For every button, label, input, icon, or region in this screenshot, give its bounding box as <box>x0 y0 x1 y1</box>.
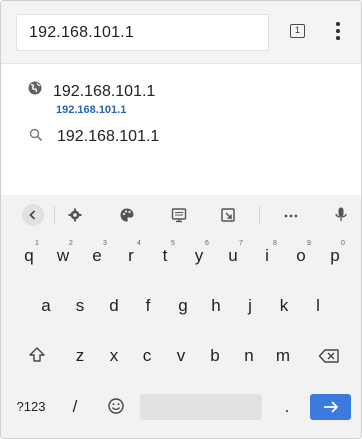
key-y[interactable]: y <box>187 246 211 266</box>
key-s[interactable]: s <box>68 296 92 316</box>
key-z[interactable]: z <box>68 346 92 366</box>
key-b[interactable]: b <box>203 346 227 366</box>
key-f[interactable]: f <box>136 296 160 316</box>
key-e[interactable]: e <box>85 246 109 266</box>
key-x[interactable]: x <box>102 346 126 366</box>
shift-icon[interactable] <box>28 346 46 364</box>
go-key[interactable] <box>310 394 351 420</box>
key-t[interactable]: t <box>153 246 177 266</box>
screenshot-icon[interactable] <box>220 204 236 226</box>
key-hint: 6 <box>205 240 209 247</box>
menu-button[interactable] <box>330 21 346 41</box>
arrow-right-icon <box>324 401 339 413</box>
key-n[interactable]: n <box>237 346 261 366</box>
key-hint: 9 <box>307 240 311 247</box>
slash-key[interactable]: / <box>65 397 85 417</box>
key-j[interactable]: j <box>238 296 262 316</box>
key-u[interactable]: u <box>221 246 245 266</box>
suggestion-title[interactable]: 192.168.101.1 <box>53 83 155 101</box>
suggestion-url[interactable]: 192.168.101.1 <box>56 104 126 116</box>
key-c[interactable]: c <box>135 346 159 366</box>
globe-icon <box>28 81 42 95</box>
key-v[interactable]: v <box>169 346 193 366</box>
settings-icon[interactable] <box>67 204 83 226</box>
key-o[interactable]: o <box>289 246 313 266</box>
key-i[interactable]: i <box>255 246 279 266</box>
key-hint: 3 <box>103 240 107 247</box>
tab-switcher-button[interactable]: 1 <box>290 24 305 38</box>
palette-icon[interactable] <box>119 204 135 226</box>
key-k[interactable]: k <box>272 296 296 316</box>
key-m[interactable]: m <box>271 346 295 366</box>
space-key[interactable] <box>140 394 262 420</box>
key-hint: 7 <box>239 240 243 247</box>
back-icon[interactable] <box>22 204 44 226</box>
address-bar[interactable]: 192.168.101.1 <box>16 14 269 51</box>
key-g[interactable]: g <box>171 296 195 316</box>
key-r[interactable]: r <box>119 246 143 266</box>
toolbar-divider <box>54 206 55 224</box>
symbols-key[interactable]: ?123 <box>13 399 49 414</box>
toolbar-divider <box>259 206 260 224</box>
mic-icon[interactable] <box>334 204 348 226</box>
emoji-icon[interactable] <box>107 397 125 415</box>
key-d[interactable]: d <box>102 296 126 316</box>
backspace-icon[interactable] <box>318 348 340 364</box>
top-bar: 192.168.101.1 1 <box>1 1 361 64</box>
search-icon <box>29 128 43 142</box>
key-hint: 0 <box>341 240 345 247</box>
key-hint: 1 <box>35 240 39 247</box>
more-icon[interactable] <box>282 204 300 226</box>
key-hint: 2 <box>69 240 73 247</box>
key-p[interactable]: p <box>323 246 347 266</box>
key-h[interactable]: h <box>204 296 228 316</box>
key-hint: 4 <box>137 240 141 247</box>
key-a[interactable]: a <box>34 296 58 316</box>
key-w[interactable]: w <box>51 246 75 266</box>
key-hint: 8 <box>273 240 277 247</box>
key-hint: 5 <box>171 240 175 247</box>
key-q[interactable]: q <box>17 246 41 266</box>
browser-window: 192.168.101.1 1 192.168.101.1 192.168.10… <box>0 0 362 439</box>
address-text[interactable]: 192.168.101.1 <box>29 24 134 42</box>
clipboard-icon[interactable] <box>170 204 188 226</box>
search-suggestion[interactable]: 192.168.101.1 <box>57 128 159 146</box>
period-key[interactable]: . <box>277 397 297 417</box>
key-l[interactable]: l <box>306 296 330 316</box>
